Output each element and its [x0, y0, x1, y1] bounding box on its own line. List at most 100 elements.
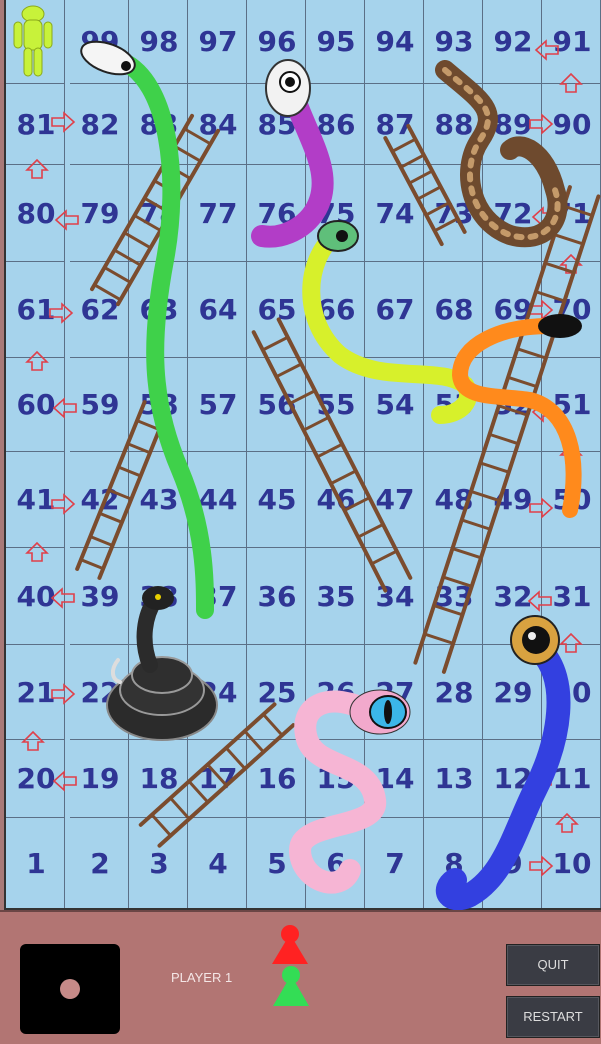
cell-number: 46 — [316, 483, 356, 516]
cell-number: 53 — [434, 388, 474, 421]
cell-number: 68 — [434, 293, 474, 326]
cell-number: 33 — [434, 579, 474, 613]
cell-number: 10 — [552, 847, 592, 880]
cell-number: 41 — [16, 483, 56, 516]
cell-number: 32 — [493, 579, 533, 613]
cell-number: 54 — [375, 388, 415, 421]
cell-number: 47 — [375, 483, 415, 516]
cell-number: 49 — [493, 483, 533, 516]
cell-number: 8 — [444, 847, 464, 880]
cell-number: 13 — [434, 762, 474, 795]
cell-number: 77 — [198, 196, 238, 230]
cell-number: 90 — [552, 107, 592, 141]
cell-number: 35 — [316, 579, 356, 613]
cell-number: 99 — [80, 25, 120, 58]
cell-number: 51 — [552, 388, 592, 421]
cell-number: 95 — [316, 25, 356, 58]
cell-number: 65 — [257, 293, 297, 326]
cell-number: 74 — [375, 196, 415, 230]
player-label: PLAYER 1 — [171, 970, 233, 985]
board-cell — [6, 0, 65, 84]
cell-number: 18 — [139, 762, 179, 795]
cell-number: 86 — [316, 107, 356, 141]
cell-number: 81 — [16, 107, 56, 141]
cell-number: 97 — [198, 25, 238, 58]
control-panel: PLAYER 1 QUIT RESTART — [0, 910, 601, 1044]
cell-number: 43 — [139, 483, 179, 516]
quit-button[interactable]: QUIT — [506, 944, 600, 986]
cell-number: 4 — [208, 847, 228, 880]
cell-number: 52 — [493, 388, 533, 421]
cell-number: 24 — [198, 675, 238, 709]
cell-number: 23 — [139, 675, 179, 709]
cell-number: 39 — [80, 579, 120, 613]
cell-number: 34 — [375, 579, 415, 613]
cell-number: 29 — [493, 675, 533, 709]
cell-number: 28 — [434, 675, 474, 709]
cell-number: 76 — [257, 196, 297, 230]
cell-number: 21 — [16, 675, 56, 709]
cell-number: 56 — [257, 388, 297, 421]
cell-number: 92 — [493, 25, 533, 58]
cell-number: 82 — [80, 107, 120, 141]
cell-number: 57 — [198, 388, 238, 421]
player-tokens — [272, 925, 309, 1006]
cell-number: 88 — [434, 107, 474, 141]
cell-number: 93 — [434, 25, 474, 58]
cell-number: 25 — [257, 675, 297, 709]
cell-number: 22 — [80, 675, 120, 709]
cell-number: 70 — [552, 293, 592, 326]
cell-number: 73 — [434, 196, 474, 230]
cell-number: 19 — [80, 762, 120, 795]
cell-number: 94 — [375, 25, 415, 58]
cell-number: 61 — [16, 293, 56, 326]
cell-number: 31 — [552, 579, 592, 613]
dice-button[interactable] — [20, 944, 120, 1034]
cell-number: 69 — [493, 293, 533, 326]
cell-number: 1 — [26, 847, 46, 880]
cell-number: 98 — [139, 25, 179, 58]
green-token-icon — [273, 966, 309, 1006]
cell-number: 91 — [552, 25, 592, 58]
cell-number: 37 — [198, 579, 238, 613]
cell-number: 63 — [139, 293, 179, 326]
cell-number: 17 — [198, 762, 238, 795]
cell-number: 45 — [257, 483, 297, 516]
cell-number: 59 — [80, 388, 120, 421]
cell-number: 42 — [80, 483, 120, 516]
cell-number: 58 — [139, 388, 179, 421]
cell-number: 15 — [316, 762, 356, 795]
cell-number: 11 — [552, 762, 592, 795]
cell-number: 27 — [375, 675, 415, 709]
cell-number: 89 — [493, 107, 533, 141]
cell-number: 75 — [316, 196, 356, 230]
cell-number: 48 — [434, 483, 474, 516]
game-board: 99 98 97 96 95 94 93 92 91 81 82 83 84 85 86 87 88 89 90 80… — [4, 0, 601, 910]
cell-number: 5 — [267, 847, 287, 880]
cell-number: 78 — [139, 196, 179, 230]
cell-number: 72 — [493, 196, 533, 230]
cell-number: 16 — [257, 762, 297, 795]
cell-number: 26 — [316, 675, 356, 709]
cell-number: 62 — [80, 293, 120, 326]
cell-number: 71 — [552, 196, 592, 230]
cell-number: 9 — [503, 847, 523, 880]
cell-number: 87 — [375, 107, 415, 141]
cell-number: 12 — [493, 762, 533, 795]
cell-number: 36 — [257, 579, 297, 613]
cell-number: 79 — [80, 196, 120, 230]
cell-number: 44 — [198, 483, 238, 516]
cell-number: 40 — [16, 579, 56, 613]
cell-number: 55 — [316, 388, 356, 421]
cell-number: 7 — [385, 847, 405, 880]
cell-number: 64 — [198, 293, 238, 326]
restart-button[interactable]: RESTART — [506, 996, 600, 1038]
cell-number: 3 — [149, 847, 169, 880]
cell-number: 60 — [16, 388, 56, 421]
cell-number: 38 — [139, 579, 179, 613]
cell-number: 67 — [375, 293, 415, 326]
cell-number: 96 — [257, 25, 297, 58]
cell-number: 2 — [90, 847, 110, 880]
cell-number: 20 — [16, 762, 56, 795]
dice-pip-icon — [60, 979, 80, 999]
